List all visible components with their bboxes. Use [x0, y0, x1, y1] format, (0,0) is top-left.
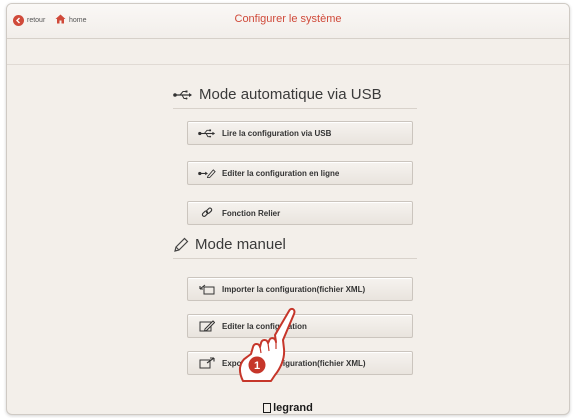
- read-usb-config-button[interactable]: Lire la configuration via USB: [187, 121, 413, 145]
- section-divider: [173, 258, 417, 259]
- import-icon: [196, 284, 218, 295]
- page-title: Configurer le système: [234, 13, 342, 25]
- section-divider: [173, 108, 417, 109]
- legrand-logo-icon: [263, 403, 272, 413]
- edit-icon: [196, 320, 218, 332]
- option-label: Editer la configuration en ligne: [222, 168, 340, 178]
- edit-config-button[interactable]: Editer la configuration: [187, 314, 413, 338]
- edit-online-config-button[interactable]: Editer la configuration en ligne: [187, 161, 413, 185]
- export-config-button[interactable]: Exporter la configuration(fichier XML): [187, 351, 413, 375]
- brand-name: legrand: [273, 402, 313, 414]
- usb-section-label: Mode automatique via USB: [199, 86, 382, 103]
- export-icon: [196, 357, 218, 369]
- callout-number: 1: [254, 360, 260, 372]
- top-bar: retour home Configurer le système: [7, 4, 569, 39]
- import-config-button[interactable]: Importer la configuration(fichier XML): [187, 277, 413, 301]
- usb-edit-icon: [196, 168, 218, 178]
- option-label: Lire la configuration via USB: [222, 128, 332, 138]
- link-icon: [196, 207, 218, 219]
- link-function-button[interactable]: Fonction Relier: [187, 201, 413, 225]
- manual-section-title: Mode manuel: [173, 236, 286, 253]
- option-label: Importer la configuration(fichier XML): [222, 284, 366, 294]
- usb-icon: [196, 128, 218, 138]
- manual-section-label: Mode manuel: [195, 236, 286, 253]
- pointer-hand-callout: 1: [235, 307, 297, 390]
- app-window: retour home Configurer le système Mode a…: [6, 3, 570, 415]
- usb-icon: [173, 90, 193, 100]
- option-label: Fonction Relier: [222, 208, 281, 218]
- usb-section-title: Mode automatique via USB: [173, 86, 382, 103]
- pencil-icon: [173, 237, 189, 253]
- brand-logo: legrand: [7, 402, 569, 414]
- divider: [7, 64, 569, 65]
